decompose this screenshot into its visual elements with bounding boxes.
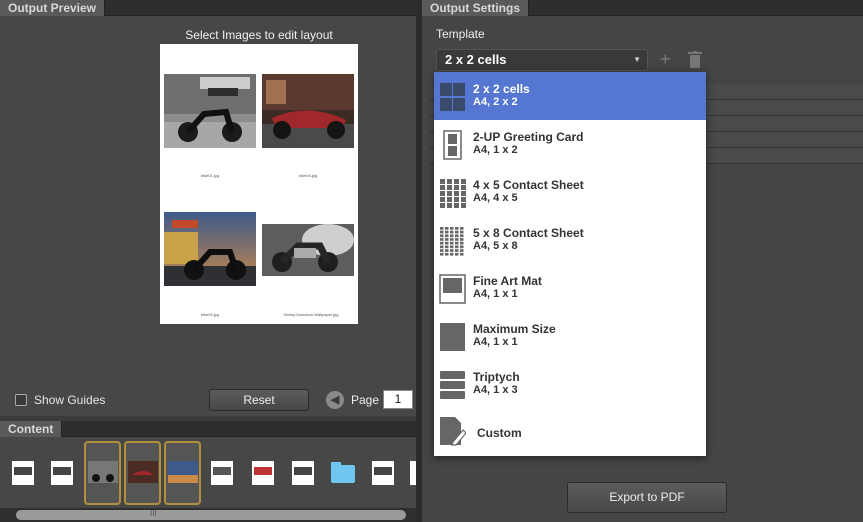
preview-caption-4: Harley-Davidson-Wallpaper.jpg: [283, 312, 339, 317]
template-option-2x2-cells[interactable]: 2 x 2 cells A4, 2 x 2: [434, 72, 706, 120]
template-option-size: A4, 5 x 8: [473, 240, 518, 252]
template-option-5x8-contact-sheet[interactable]: 5 x 8 Contact Sheet A4, 5 x 8: [434, 216, 706, 264]
page-label: Page: [351, 393, 380, 407]
template-option-triptych[interactable]: Triptych A4, 1 x 3: [434, 360, 706, 408]
thumbnail-image[interactable]: [12, 461, 34, 485]
thumbnail-image[interactable]: [211, 461, 233, 485]
template-option-fine-art-mat[interactable]: Fine Art Mat A4, 1 x 1: [434, 264, 706, 312]
template-option-name: Maximum Size: [473, 322, 556, 336]
template-option-size: A4, 1 x 1: [473, 336, 518, 348]
preview-caption-3: bike09.jpg: [200, 312, 220, 317]
page-number-input[interactable]: 1: [383, 390, 413, 409]
settings-tabbar: Output Settings: [422, 0, 863, 16]
content-panel: Content III: [0, 421, 416, 522]
template-option-name: 4 x 5 Contact Sheet: [473, 178, 584, 192]
preview-tabbar: Output Preview: [0, 0, 416, 16]
previous-page-icon[interactable]: ◀: [326, 391, 344, 409]
thumbnail-image[interactable]: [292, 461, 314, 485]
template-option-maximum-size[interactable]: Maximum Size A4, 1 x 1: [434, 312, 706, 360]
template-option-name: Fine Art Mat: [473, 274, 542, 288]
template-option-size: A4, 1 x 3: [473, 384, 518, 396]
custom-edit-icon: [440, 417, 466, 446]
triptych-icon: [440, 371, 465, 399]
content-thumbnails[interactable]: [0, 443, 416, 513]
preview-image-1[interactable]: [164, 74, 256, 148]
template-dropdown-list[interactable]: 2 x 2 cells A4, 2 x 2 2-UP Greeting Card…: [434, 72, 706, 456]
content-horizontal-scrollbar[interactable]: III: [0, 508, 416, 522]
preview-image-3[interactable]: [164, 212, 256, 286]
dropdown-caret-icon: ▼: [633, 55, 641, 64]
template-option-size: A4, 1 x 2: [473, 144, 518, 156]
preview-caption-1: bike01.jpg: [200, 173, 220, 178]
template-option-size: A4, 2 x 2: [473, 96, 518, 108]
grid-4x5-icon: [440, 179, 466, 208]
reset-button[interactable]: Reset: [209, 389, 309, 411]
thumbnail-image[interactable]: [88, 461, 118, 483]
template-option-name: 5 x 8 Contact Sheet: [473, 226, 584, 240]
thumbnail-image[interactable]: [372, 461, 394, 485]
scrollbar-grip: III: [150, 509, 157, 518]
preview-image-4[interactable]: [262, 224, 354, 276]
template-option-name: Triptych: [473, 370, 520, 384]
thumbnail-image[interactable]: [128, 461, 158, 483]
export-to-pdf-button[interactable]: Export to PDF: [567, 482, 727, 513]
thumbnail-image[interactable]: [168, 461, 198, 483]
template-option-size: A4, 1 x 1: [473, 288, 518, 300]
preview-instruction: Select Images to edit layout: [185, 28, 333, 42]
template-select-value: 2 x 2 cells: [445, 52, 507, 67]
template-option-name: 2-UP Greeting Card: [473, 130, 584, 144]
tab-content[interactable]: Content: [0, 421, 63, 437]
template-option-custom[interactable]: Custom: [434, 408, 706, 456]
template-option-size: A4, 4 x 5: [473, 192, 518, 204]
tab-output-preview[interactable]: Output Preview: [0, 0, 106, 16]
scrollbar-thumb[interactable]: [16, 510, 406, 520]
grid-2x2-icon: [440, 83, 465, 111]
thumbnail-image[interactable]: [252, 461, 274, 485]
add-template-icon[interactable]: +: [660, 49, 671, 70]
delete-template-icon[interactable]: [688, 51, 702, 68]
greeting-card-icon: [443, 130, 462, 160]
template-select[interactable]: 2 x 2 cells ▼: [436, 49, 648, 71]
tab-output-settings[interactable]: Output Settings: [422, 0, 529, 16]
template-option-name: 2 x 2 cells: [473, 82, 530, 96]
preview-page[interactable]: bike01.jpg bike05.jpg bike09.jpg Harley-…: [160, 44, 358, 324]
grid-5x8-icon: [440, 227, 465, 256]
fine-art-mat-icon: [439, 274, 466, 304]
show-guides-label: Show Guides: [34, 393, 106, 407]
show-guides-checkbox[interactable]: [15, 394, 27, 406]
preview-image-2[interactable]: [262, 74, 354, 148]
thumbnail-image[interactable]: [51, 461, 73, 485]
template-option-4x5-contact-sheet[interactable]: 4 x 5 Contact Sheet A4, 4 x 5: [434, 168, 706, 216]
template-option-name: Custom: [477, 426, 522, 440]
folder-icon[interactable]: [331, 462, 355, 483]
maximum-size-icon: [440, 323, 465, 351]
content-tabbar: Content: [0, 421, 416, 437]
template-label: Template: [436, 27, 485, 41]
template-option-2up-greeting-card[interactable]: 2-UP Greeting Card A4, 1 x 2: [434, 120, 706, 168]
output-preview-panel: Output Preview Select Images to edit lay…: [0, 0, 416, 416]
preview-caption-2: bike05.jpg: [298, 173, 318, 178]
